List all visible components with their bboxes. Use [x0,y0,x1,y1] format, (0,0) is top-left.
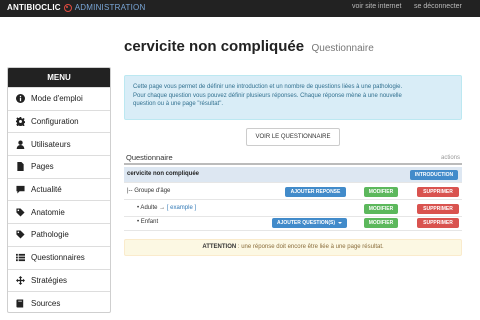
sidebar-item-pages[interactable]: Pages [8,155,110,178]
sidebar-item-pathologie[interactable]: Pathologie [8,223,110,246]
sidebar-item-sources[interactable]: Sources [8,291,110,312]
row-label: • Enfant [137,219,159,225]
sidebar-item-label: Stratégies [31,275,68,285]
table-row: • Enfant AJOUTER QUESTION(S) MODIFIER SU… [124,215,462,231]
table-row: cervicite non compliquée INTRODUCTION [124,167,462,183]
sidebar-item-anatomie[interactable]: Anatomie [8,200,110,223]
move-icon [15,275,25,285]
page-title: cervicite non compliquée Questionnaire [124,38,374,56]
sidebar-item-label: Pages [31,162,54,172]
sidebar-item-label: Mode d'emploi [31,94,83,104]
introduction-button[interactable]: INTRODUCTION [410,170,458,180]
table-row: |-- Groupe d'âge AJOUTER REPONSE MODIFIE… [124,184,462,200]
edit-button[interactable]: MODIFIER [364,187,398,197]
page-subtitle: Questionnaire [311,43,374,54]
warning-alert: ATTENTION : une réponse doit encore être… [124,239,462,256]
delete-button[interactable]: SUPPRIMER [417,204,459,214]
sidebar-item-configuration[interactable]: Configuration [8,109,110,133]
info-icon [15,94,25,104]
info-line: question ou à une page "résultat". [133,101,223,107]
target-icon [63,3,72,12]
sidebar-item-questionnaires[interactable]: Questionnaires [8,245,110,269]
edit-button[interactable]: MODIFIER [364,204,398,214]
sidebar-item-utilisateurs[interactable]: Utilisateurs [8,132,110,155]
row-label: • Adulte → [ example ] [137,205,196,211]
view-questionnaire-button[interactable]: VOIR LE QUESTIONNAIRE [246,128,340,146]
sidebar-item-label: Sources [31,298,61,308]
actions-column-label: actions [440,155,460,161]
tag-icon [15,230,25,240]
row-label: |-- Groupe d'âge [127,188,171,194]
sidebar-item-label: Pathologie [31,230,69,240]
file-icon [15,162,25,172]
caret-down-icon [338,221,343,224]
sidebar-menu: MENU Mode d'emploi Configuration Utilisa… [7,67,111,313]
gear-icon [15,117,25,127]
row-label-text: • Adulte → [137,205,166,211]
info-alert: Cette page vous permet de définir une in… [124,75,462,120]
questionnaire-header: Questionnaire actions [124,153,462,165]
sidebar-item-label: Actualité [31,185,62,195]
user-icon [15,139,25,149]
sidebar-item-label: Utilisateurs [31,139,71,149]
warning-text: : une réponse doit encore être liée à un… [236,244,384,250]
questionnaire-heading: Questionnaire [126,153,173,162]
main-content: cervicite non compliquée Questionnaire C… [124,0,464,320]
result-page-link[interactable]: [ example ] [167,205,196,211]
menu-header: MENU [8,68,110,87]
info-line: Pour chaque question vous pouvez définir… [133,92,402,99]
sidebar-item-label: Questionnaires [31,253,85,263]
list-icon [15,253,25,263]
page-title-text: cervicite non compliquée [124,38,305,55]
info-line: Cette page vous permet de définir une in… [133,84,403,90]
book-icon [15,298,25,308]
sidebar-item-actualite[interactable]: Actualité [8,177,110,201]
sidebar-item-mode-emploi[interactable]: Mode d'emploi [8,87,110,110]
edit-button[interactable]: MODIFIER [364,218,398,228]
brand-name: ANTIBIOCLIC [7,3,61,12]
add-question-label: AJOUTER QUESTION(S) [276,220,336,226]
add-question-dropdown-button[interactable]: AJOUTER QUESTION(S) [272,218,347,228]
warning-strong: ATTENTION [202,244,237,250]
comment-icon [15,185,25,195]
tag-icon [15,207,25,217]
sidebar-item-label: Anatomie [31,207,65,217]
sidebar-item-strategies[interactable]: Stratégies [8,268,110,292]
sidebar-item-label: Configuration [31,117,79,127]
root-label: cervicite non compliquée [127,171,200,177]
delete-button[interactable]: SUPPRIMER [417,218,459,228]
add-answer-button[interactable]: AJOUTER REPONSE [285,187,346,197]
delete-button[interactable]: SUPPRIMER [417,187,459,197]
